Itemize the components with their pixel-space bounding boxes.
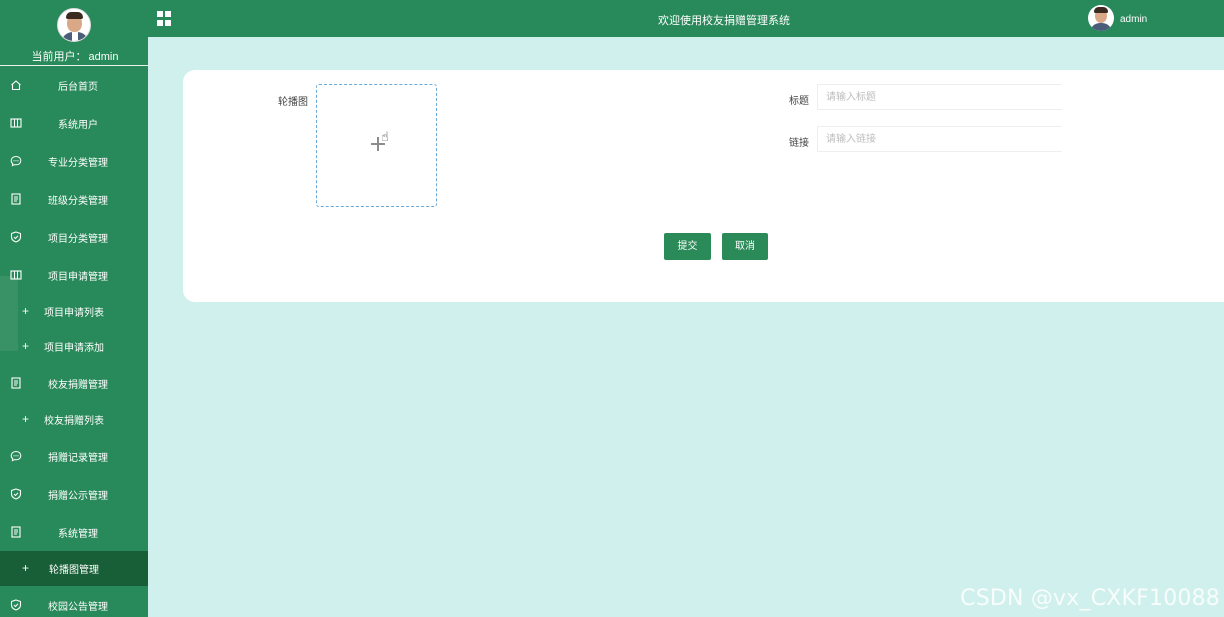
sidebar-item-label: 专业分类管理	[48, 157, 108, 169]
sidebar-subitem[interactable]: + 轮播图管理	[0, 551, 148, 586]
sidebar-item-label: 系统管理	[58, 528, 98, 540]
sidebar-subitem[interactable]: + 项目申请添加	[0, 329, 148, 364]
sidebar-subitem-label: 项目申请添加	[44, 343, 104, 354]
current-user-text: 当前用户： admin	[30, 48, 119, 64]
sidebar-item[interactable]: 校友捐赠管理	[0, 364, 148, 402]
submit-button[interactable]: 提交	[664, 233, 711, 260]
user-profile: 当前用户： admin	[0, 0, 148, 66]
sidebar-item-label: 班级分类管理	[48, 195, 108, 207]
sidebar-subitem[interactable]: + 校友捐赠列表	[0, 402, 148, 437]
current-user-label: 当前用户：	[31, 51, 87, 63]
sidebar-item[interactable]: 校园公告管理	[0, 586, 148, 617]
current-user-name: admin	[88, 51, 119, 63]
image-label: 轮播图	[278, 97, 308, 108]
header-avatar[interactable]	[1088, 5, 1114, 31]
title-label: 标题	[789, 96, 809, 107]
top-header: 欢迎使用校友捐赠管理系统 admin	[148, 0, 1224, 37]
sidebar-subitem-label: 项目申请列表	[44, 308, 104, 319]
sidebar-item-label: 系统用户	[58, 119, 98, 131]
sidebar: 当前用户： admin 后台首页 系统用户 专业分类管理 班级分类管理 项目分类管理 项目申…	[0, 0, 148, 617]
sidebar-item[interactable]: 专业分类管理	[0, 142, 148, 180]
sidebar-item[interactable]: 项目申请管理	[0, 256, 148, 294]
cancel-button[interactable]: 取消	[722, 233, 768, 260]
sidebar-item-label: 捐赠记录管理	[48, 452, 108, 464]
form-card: 轮播图 ☝ 标题 链接 提交 取消	[183, 70, 1224, 302]
sidebar-item-label: 后台首页	[58, 81, 98, 93]
sidebar-item[interactable]: 捐赠记录管理	[0, 437, 148, 475]
link-label: 链接	[789, 138, 809, 149]
title-input[interactable]	[817, 84, 1062, 110]
sidebar-menu: 后台首页 系统用户 专业分类管理 班级分类管理 项目分类管理 项目申请管理 + 项目申请列表 +…	[0, 66, 148, 617]
sidebar-item-label: 项目分类管理	[48, 233, 108, 245]
sidebar-item[interactable]: 项目分类管理	[0, 218, 148, 256]
header-username[interactable]: admin	[1120, 14, 1147, 25]
sidebar-item[interactable]: 系统管理	[0, 513, 148, 551]
sidebar-subitem-label: 轮播图管理	[49, 565, 99, 576]
sidebar-item[interactable]: 班级分类管理	[0, 180, 148, 218]
sidebar-item[interactable]: 后台首页	[0, 66, 148, 104]
sidebar-item[interactable]: 系统用户	[0, 104, 148, 142]
sidebar-item-label: 捐赠公示管理	[48, 490, 108, 502]
avatar	[57, 8, 91, 42]
link-input[interactable]	[817, 126, 1062, 152]
sidebar-item-label: 校友捐赠管理	[48, 379, 108, 391]
sidebar-item[interactable]: 捐赠公示管理	[0, 475, 148, 513]
image-upload[interactable]: ☝	[316, 84, 437, 207]
sidebar-item-label: 项目申请管理	[48, 271, 108, 283]
header-title: 欢迎使用校友捐赠管理系统	[658, 15, 790, 27]
watermark: CSDN @vx_CXKF10088	[960, 586, 1220, 611]
sidebar-subitem[interactable]: + 项目申请列表	[0, 294, 148, 329]
sidebar-item-label: 校园公告管理	[48, 601, 108, 613]
hand-cursor-icon: ☝	[381, 129, 389, 144]
sidebar-subitem-label: 校友捐赠列表	[44, 416, 104, 427]
